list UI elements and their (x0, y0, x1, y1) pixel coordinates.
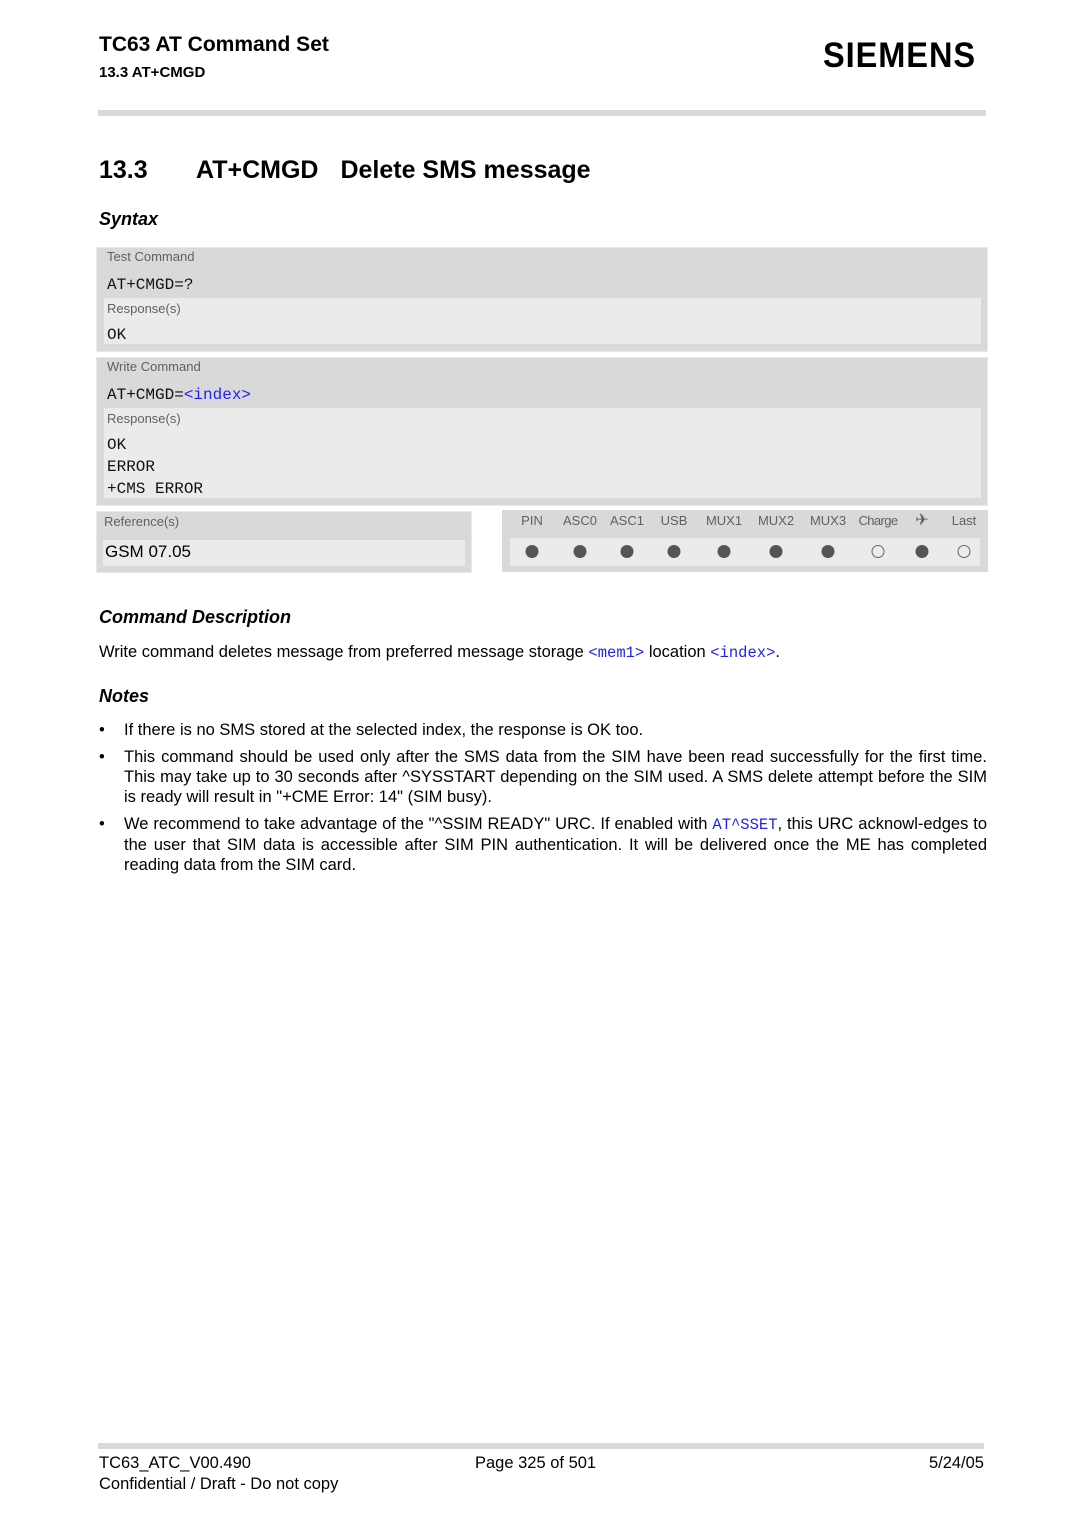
at-sset-link[interactable]: AT^SSET (712, 816, 777, 834)
channel-label-usb: USB (660, 513, 688, 528)
channel-label-mux1: MUX1 (705, 513, 743, 528)
bullet-icon: • (99, 815, 105, 833)
footer-date: 5/24/05 (928, 1454, 984, 1472)
airplane-icon: ✈ (915, 512, 929, 529)
footer-page-number: Page 325 of 501 (475, 1454, 597, 1472)
write-response-ok: OK (107, 436, 127, 454)
section-number: 13.3 (99, 156, 148, 184)
mem1-param-link[interactable]: <mem1> (588, 644, 644, 662)
note-text: We recommend to take advantage of the "^… (124, 814, 987, 875)
supported-dot-icon (573, 545, 587, 558)
notes-heading: Notes (99, 686, 150, 706)
write-responses-label: Response(s) (107, 411, 181, 426)
bullet-icon: • (99, 721, 105, 739)
test-command-box: Test Command AT+CMGD=? Response(s) OK (96, 247, 988, 352)
command-description-text: Write command deletes message from prefe… (99, 642, 780, 663)
header-divider (98, 110, 986, 116)
index-param-link[interactable]: <index> (184, 386, 251, 404)
note-text: If there is no SMS stored at the selecte… (124, 721, 644, 739)
footer-divider (98, 1443, 984, 1449)
channel-label-asc1: ASC1 (610, 513, 644, 528)
write-command-box: Write Command AT+CMGD=<index> Response(s… (96, 357, 988, 506)
section-breadcrumb: 13.3 AT+CMGD (99, 64, 206, 81)
note-item: • If there is no SMS stored at the selec… (99, 720, 987, 740)
description-text-part: Write command deletes message from prefe… (99, 643, 589, 661)
unsupported-circle-icon (871, 545, 885, 558)
description-text-part: . (775, 643, 780, 661)
channel-label-last: Last (951, 513, 977, 528)
test-command-label: Test Command (107, 249, 195, 264)
supported-dot-icon (769, 545, 783, 558)
write-response-error: ERROR (107, 458, 156, 476)
write-command-prefix: AT+CMGD= (107, 386, 184, 404)
section-heading: 13.3 AT+CMGD Delete SMS message (99, 156, 591, 185)
supported-dot-icon (915, 545, 929, 558)
references-value: GSM 07.05 (105, 542, 191, 561)
note-item: • This command should be used only after… (99, 747, 987, 807)
test-command-syntax: AT+CMGD=? (107, 276, 194, 294)
document-title: TC63 AT Command Set (99, 33, 329, 56)
write-response-area: Response(s) OK ERROR +CMS ERROR (104, 408, 981, 498)
channel-label-asc0: ASC0 (563, 513, 597, 528)
test-responses-label: Response(s) (107, 301, 181, 316)
channel-label-charge: Charge (858, 513, 898, 528)
test-response-area: Response(s) OK (104, 298, 981, 344)
section-title: Delete SMS message (340, 156, 591, 184)
write-response-cms-error: +CMS ERROR (107, 480, 204, 498)
channel-label-pin: PIN (521, 513, 543, 528)
write-command-label: Write Command (107, 359, 201, 374)
index-param-link[interactable]: <index> (710, 644, 775, 662)
description-text-part: location (644, 643, 711, 661)
supported-dot-icon (667, 545, 681, 558)
supported-dot-icon (525, 545, 539, 558)
write-command-syntax: AT+CMGD=<index> (107, 386, 251, 404)
note-text-part: We recommend to take advantage of the "^… (124, 815, 713, 833)
bullet-icon: • (99, 748, 105, 766)
supported-dot-icon (717, 545, 731, 558)
note-item: • We recommend to take advantage of the … (99, 814, 987, 875)
footer-confidential: Confidential / Draft - Do not copy (99, 1475, 339, 1493)
supported-dot-icon (821, 545, 835, 558)
channel-support-table: PIN ASC0 ASC1 USB MUX1 MUX2 MUX3 Charge ✈ Last (502, 510, 988, 572)
references-value-area: GSM 07.05 (103, 540, 465, 566)
footer-doc-id: TC63_ATC_V00.490 (99, 1454, 251, 1472)
references-box: Reference(s) GSM 07.05 (96, 511, 472, 573)
siemens-logo: SIEMENS (823, 36, 977, 75)
supported-dot-icon (620, 545, 634, 558)
section-command: AT+CMGD (196, 156, 319, 184)
syntax-heading: Syntax (99, 209, 159, 229)
unsupported-circle-icon (957, 545, 971, 558)
references-label: Reference(s) (104, 514, 180, 529)
note-text: This command should be used only after t… (124, 748, 987, 806)
test-response-ok: OK (107, 326, 127, 344)
command-description-heading: Command Description (99, 607, 292, 627)
channel-label-mux3: MUX3 (809, 513, 847, 528)
channel-label-mux2: MUX2 (757, 513, 795, 528)
